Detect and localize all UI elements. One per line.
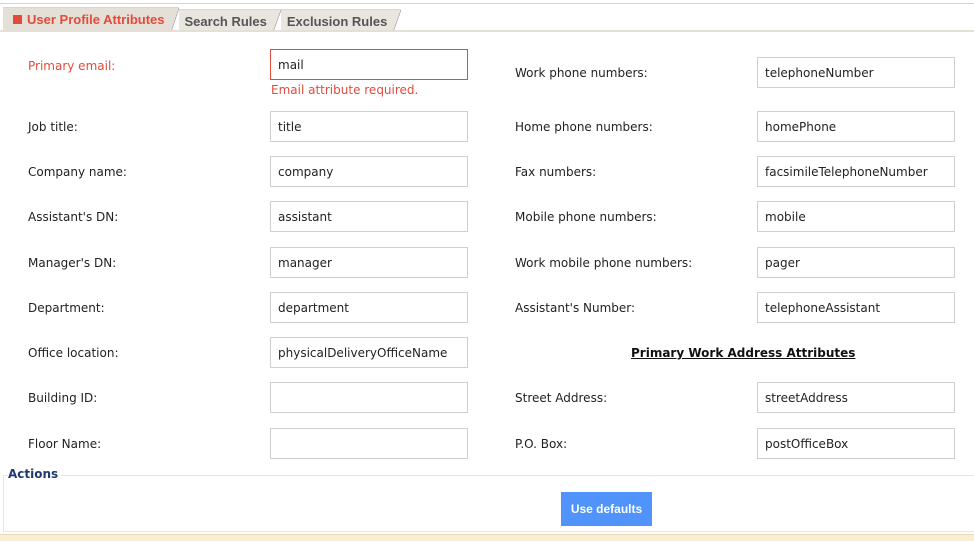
floor-name-input[interactable] (270, 428, 468, 459)
tab-bar: User Profile Attributes Search Rules Exc… (3, 5, 402, 32)
home-phone-label: Home phone numbers: (515, 120, 653, 134)
footer-bar (0, 534, 974, 541)
assistant-dn-input[interactable] (270, 201, 468, 232)
work-mobile-phone-input[interactable] (757, 247, 955, 278)
mobile-phone-input[interactable] (757, 201, 955, 232)
tab-label: Search Rules (184, 14, 267, 29)
po-box-input[interactable] (757, 428, 955, 459)
primary-email-label: Primary email: (28, 59, 116, 73)
department-input[interactable] (270, 292, 468, 323)
office-location-label: Office location: (28, 346, 119, 360)
tab-exclusion-rules[interactable]: Exclusion Rules (280, 9, 402, 32)
error-indicator-icon (13, 15, 22, 24)
work-phone-label: Work phone numbers: (515, 66, 648, 80)
mobile-phone-label: Mobile phone numbers: (515, 210, 657, 224)
department-label: Department: (28, 301, 105, 315)
tab-label: User Profile Attributes (27, 12, 165, 27)
assistant-number-label: Assistant's Number: (515, 301, 636, 315)
primary-email-input[interactable] (270, 49, 468, 80)
street-address-input[interactable] (757, 382, 955, 413)
actions-legend: Actions (8, 467, 62, 481)
floor-name-label: Floor Name: (28, 437, 102, 451)
top-divider (0, 3, 974, 4)
tab-baseline (0, 30, 974, 32)
home-phone-input[interactable] (757, 111, 955, 142)
assistant-number-input[interactable] (757, 292, 955, 323)
building-id-label: Building ID: (28, 391, 98, 405)
fax-numbers-input[interactable] (757, 156, 955, 187)
tab-user-profile-attributes[interactable]: User Profile Attributes (3, 7, 179, 32)
manager-dn-label: Manager's DN: (28, 256, 117, 270)
tab-search-rules[interactable]: Search Rules (178, 9, 282, 32)
primary-email-error: Email attribute required. (271, 83, 419, 97)
job-title-input[interactable] (270, 111, 468, 142)
building-id-input[interactable] (270, 382, 468, 413)
company-name-label: Company name: (28, 165, 127, 179)
company-name-input[interactable] (270, 156, 468, 187)
use-defaults-button[interactable]: Use defaults (561, 492, 652, 526)
po-box-label: P.O. Box: (515, 437, 568, 451)
street-address-label: Street Address: (515, 391, 608, 405)
job-title-label: Job title: (28, 120, 78, 134)
assistant-dn-label: Assistant's DN: (28, 210, 119, 224)
tab-label: Exclusion Rules (286, 14, 388, 29)
actions-fieldset (3, 475, 974, 532)
work-phone-input[interactable] (757, 57, 955, 88)
fax-numbers-label: Fax numbers: (515, 165, 597, 179)
office-location-input[interactable] (270, 337, 468, 368)
address-section-heading: Primary Work Address Attributes (631, 346, 856, 360)
manager-dn-input[interactable] (270, 247, 468, 278)
work-mobile-phone-label: Work mobile phone numbers: (515, 256, 693, 270)
